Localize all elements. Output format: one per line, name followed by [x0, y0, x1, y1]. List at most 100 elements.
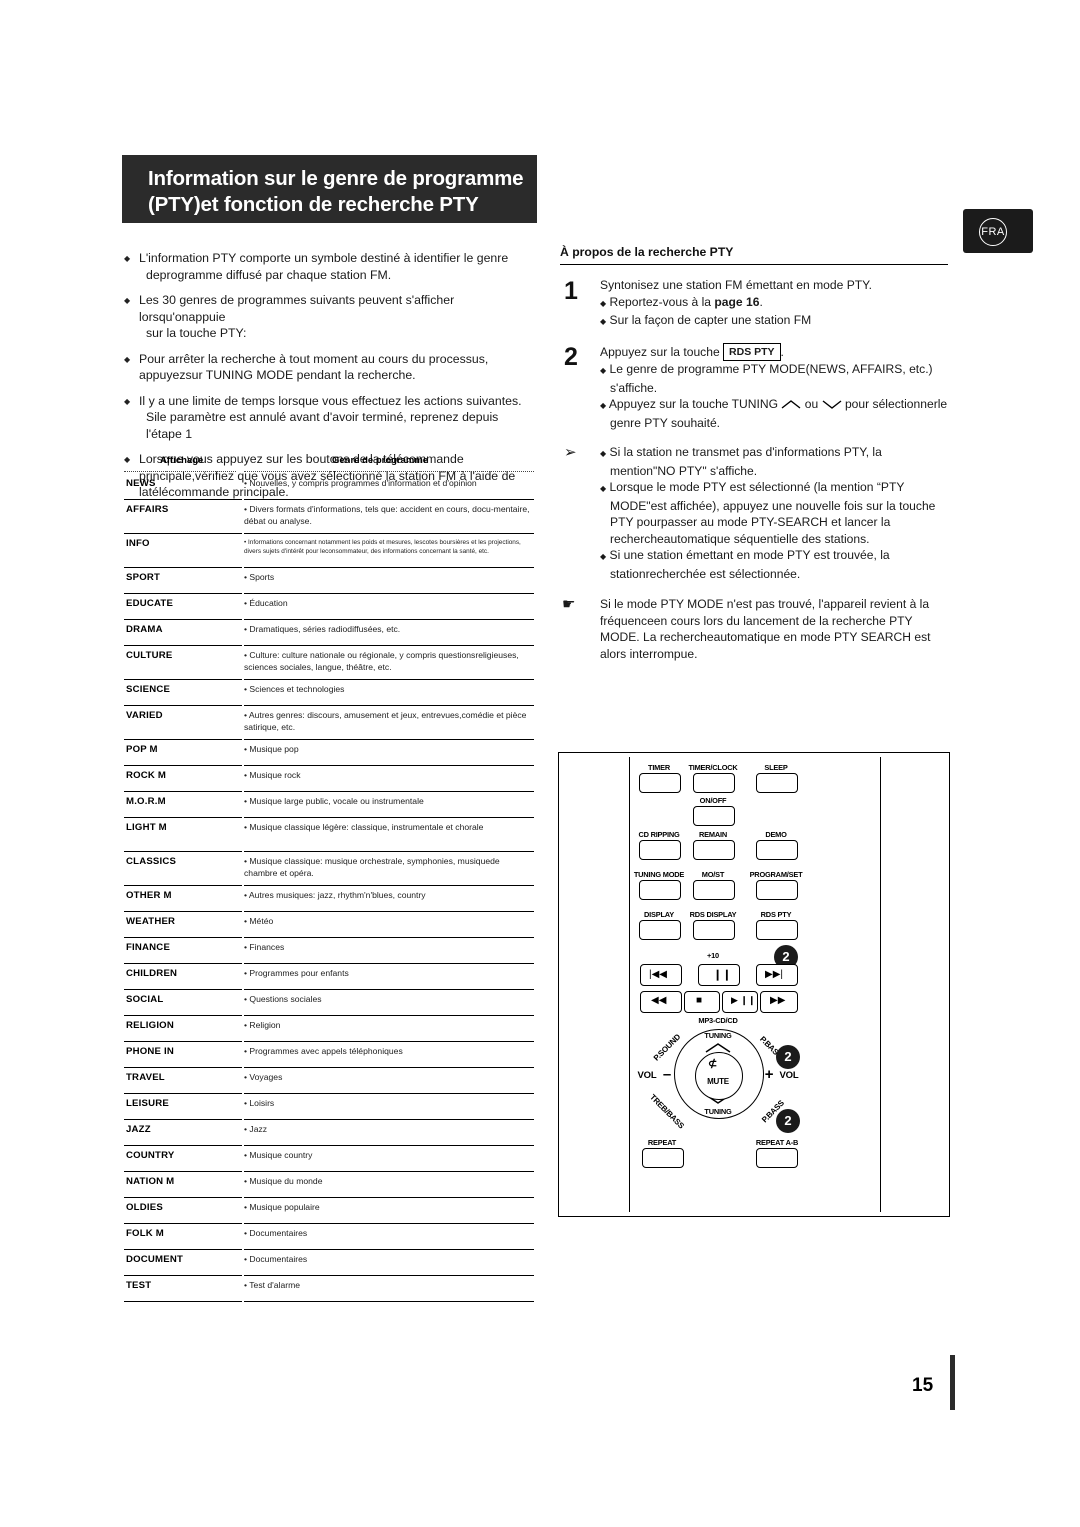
genre-code: CLASSICS — [126, 856, 177, 867]
step2-line-pre: Appuyez sur la touche — [600, 344, 724, 359]
note-block-2: ☛ Si le mode PTY MODE n'est pas trouvé, … — [560, 596, 948, 662]
label-rds-pty: RDS PTY — [760, 910, 792, 919]
label-tuning-mode: TUNING MODE — [633, 870, 685, 879]
button-display[interactable] — [639, 920, 681, 940]
genre-description: • Musique du monde — [244, 1176, 323, 1186]
pause-icon: ❙❙ — [713, 969, 732, 981]
button-cd-ripping[interactable] — [639, 840, 681, 860]
label-mp3-cd: MP3-CD/CD — [698, 1016, 738, 1025]
table-row: PHONE IN • Programmes avec appels télépho… — [124, 1042, 534, 1068]
step1-sub1: ◆ Reportez-vous à la page 16. — [600, 294, 948, 313]
button-mo-st[interactable] — [693, 880, 735, 900]
genre-description: • Documentaires — [244, 1228, 308, 1238]
page-edge-bar — [950, 1355, 955, 1410]
genre-description: • Autres genres: discours, amusement et … — [244, 710, 527, 732]
genre-description: • Sciences et technologies — [244, 684, 345, 694]
label-plus-10: +10 — [707, 951, 719, 960]
diamond-icon: ◆ — [124, 354, 131, 364]
genre-description: • Musique rock — [244, 770, 301, 780]
tuning-down-icon — [822, 400, 842, 409]
button-rds-pty[interactable] — [756, 920, 798, 940]
label-vol-minus: – — [662, 1066, 672, 1083]
label-tuning-top: TUNING — [704, 1031, 732, 1040]
genre-description: • Nouvelles, y compris programmes d'info… — [244, 478, 477, 488]
genre-code: LEISURE — [126, 1098, 169, 1109]
button-timer-clock[interactable] — [693, 773, 735, 793]
label-repeat: REPEAT — [647, 1138, 677, 1147]
table-row: POP M • Musique pop — [124, 740, 534, 766]
label-remain: REMAIN — [699, 830, 727, 839]
genre-description: • Autres musiques: jazz, rhythm'n'blues,… — [244, 890, 426, 900]
genre-description: • Musique large public, vocale ou instru… — [244, 796, 424, 806]
button-program-set[interactable] — [756, 880, 798, 900]
genre-code: TRAVEL — [126, 1072, 165, 1083]
step-2: 2 Appuyez sur la touche RDS PTY. ◆ Le ge… — [560, 342, 948, 432]
label-on-off: ON/OFF — [699, 796, 727, 805]
bullet-line: deprogramme diffusé par chaque station F… — [146, 267, 392, 282]
table-row: AFFAIRS • Divers formats d'informations, … — [124, 500, 534, 534]
genre-code: JAZZ — [126, 1124, 151, 1135]
mute-button[interactable] — [695, 1052, 743, 1100]
button-tuning-mode[interactable] — [639, 880, 681, 900]
button-remain[interactable] — [693, 840, 735, 860]
right-column: À propos de la recherche PTY 1 Syntonise… — [560, 245, 948, 662]
genre-code: SCIENCE — [126, 684, 171, 695]
note2-text: Si le mode PTY MODE n'est pas trouvé, l'… — [600, 597, 931, 661]
genre-description: • Voyages — [244, 1072, 283, 1082]
page-title-line1: Information sur le genre de programme — [148, 167, 524, 190]
label-timer: TIMER — [648, 763, 670, 772]
table-row: DRAMA • Dramatiques, séries radiodiffusée… — [124, 620, 534, 646]
button-repeat[interactable] — [642, 1148, 684, 1168]
label-vol-right: VOL — [779, 1070, 799, 1081]
table-row: OLDIES • Musique populaire — [124, 1198, 534, 1224]
table-row: FOLK M • Documentaires — [124, 1224, 534, 1250]
genre-description: • Divers formats d'informations, tels qu… — [244, 504, 530, 526]
genre-code: FOLK M — [126, 1228, 164, 1239]
table-row: LIGHT M • Musique classique légère: class… — [124, 818, 534, 852]
step-number: 1 — [564, 277, 578, 305]
table-row: DOCUMENT • Documentaires — [124, 1250, 534, 1276]
header-dotted-rule — [244, 471, 534, 472]
button-sleep[interactable] — [756, 773, 798, 793]
label-vol-left: VOL — [637, 1070, 657, 1081]
button-demo[interactable] — [756, 840, 798, 860]
table-row: NEWS • Nouvelles, y compris programmes d'… — [124, 474, 534, 500]
label-program-set: PROGRAM/SET — [749, 870, 803, 879]
button-timer[interactable] — [639, 773, 681, 793]
step2-sub2: ◆ Appuyez sur la touche TUNING ou pour s… — [600, 396, 948, 431]
note1-bullet: ◆ Lorsque le mode PTY est sélectionné (l… — [600, 479, 948, 547]
table-col-display: Affichage — [160, 455, 204, 466]
genre-code: ROCK M — [126, 770, 167, 781]
genre-code: NEWS — [126, 478, 156, 489]
genre-code: SOCIAL — [126, 994, 164, 1005]
genre-code: INFO — [126, 538, 150, 549]
genre-code: OLDIES — [126, 1202, 163, 1213]
button-on-off[interactable] — [693, 806, 735, 826]
genre-description: • Test d'alarme — [244, 1280, 301, 1290]
genre-description: • Sports — [244, 572, 275, 582]
genre-description: • Questions sociales — [244, 994, 322, 1004]
pty-genre-table: Affichage Genre de programme NEWS • Nouve… — [124, 452, 534, 1302]
table-row: WEATHER • Météo — [124, 912, 534, 938]
bullet-line: Pour arrêter la recherche à tout moment … — [139, 351, 489, 366]
note1-bullet-text: Lorsque le mode PTY est sélectionné (la … — [609, 480, 936, 546]
bullet-line: Sile paramètre est annulé avant d'avoir … — [146, 410, 499, 441]
genre-description: • Jazz — [244, 1124, 268, 1134]
table-row: ROCK M • Musique rock — [124, 766, 534, 792]
diamond-icon: ◆ — [600, 401, 607, 410]
button-rds-display[interactable] — [693, 920, 735, 940]
note1-bullet-text: Si une station émettant en mode PTY est … — [609, 548, 890, 581]
label-timer-clock: TIMER/CLOCK — [688, 763, 738, 772]
language-badge: FRA — [963, 209, 1033, 253]
genre-code: DRAMA — [126, 624, 163, 635]
diamond-icon: ◆ — [600, 298, 607, 308]
page-number: 15 — [912, 1375, 934, 1396]
row-rule-left — [124, 1301, 242, 1302]
genre-description: • Dramatiques, séries radiodiffusées, et… — [244, 624, 401, 634]
table-row: TEST • Test d'alarme — [124, 1276, 534, 1302]
table-row: CHILDREN • Programmes pour enfants — [124, 964, 534, 990]
step2-sub1-text: Le genre de programme PTY MODE(NEWS, AFF… — [609, 362, 933, 395]
button-repeat-ab[interactable] — [756, 1148, 798, 1168]
genre-code: PHONE IN — [126, 1046, 174, 1057]
header-dotted-rule — [124, 471, 236, 472]
